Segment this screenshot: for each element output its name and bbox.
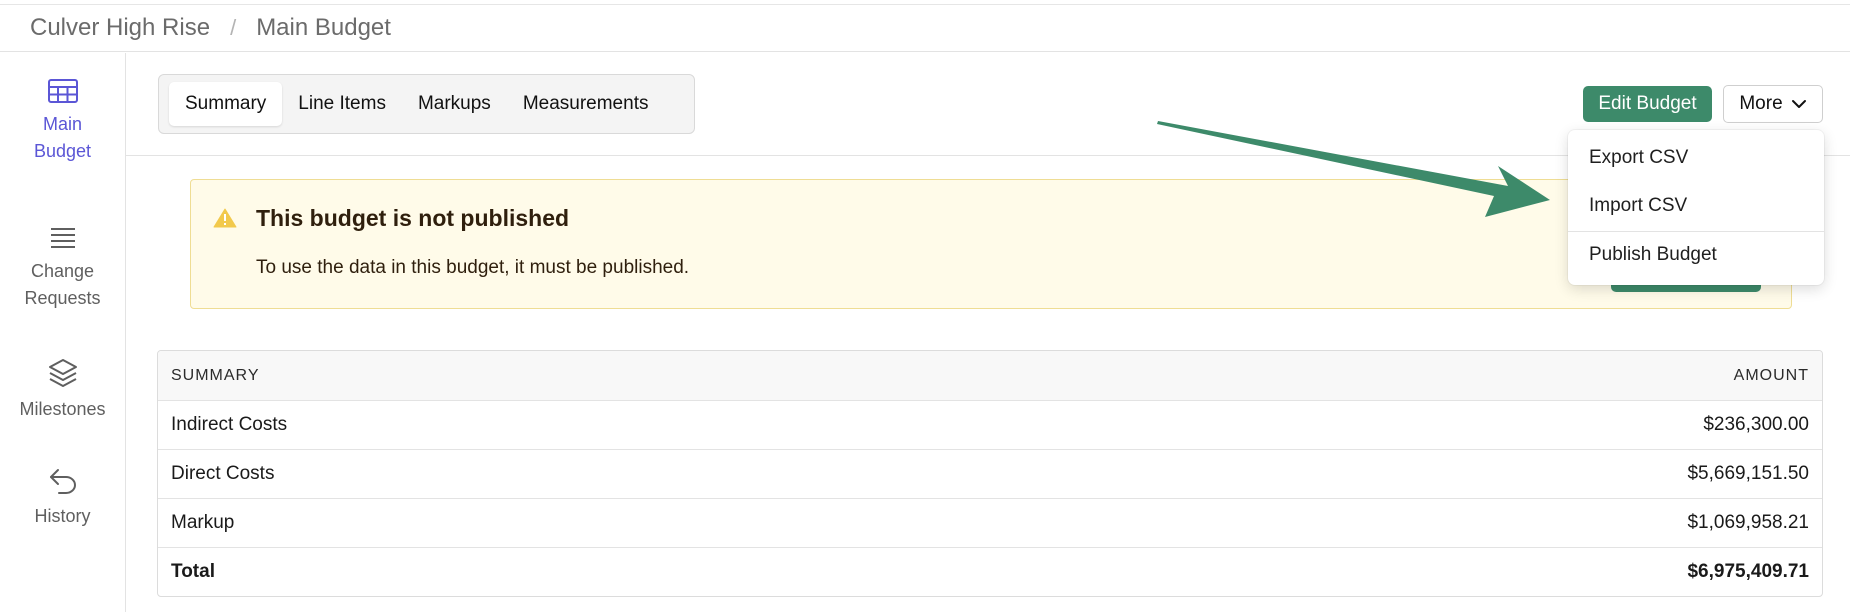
row-label: Indirect Costs	[171, 414, 288, 435]
more-menu: Export CSV Import CSV Publish Budget	[1568, 130, 1824, 285]
tab-line-items[interactable]: Line Items	[282, 82, 402, 126]
table-icon	[47, 79, 78, 103]
table-row: Direct Costs $5,669,151.50	[158, 449, 1822, 498]
tab-markups[interactable]: Markups	[402, 82, 507, 126]
row-label: Total	[171, 561, 215, 582]
more-button-label: More	[1739, 93, 1783, 114]
sidebar-item-change-requests[interactable]: Change Requests	[0, 226, 125, 312]
undo-arrow-icon	[49, 469, 76, 494]
sidebar-item-label: Change Requests	[24, 261, 101, 308]
table-row-total: Total $6,975,409.71	[158, 547, 1822, 596]
column-header-summary: SUMMARY	[171, 366, 260, 384]
column-header-amount: AMOUNT	[1733, 366, 1809, 384]
menu-item-publish-budget[interactable]: Publish Budget	[1568, 244, 1824, 266]
table-row: Indirect Costs $236,300.00	[158, 400, 1822, 449]
row-amount: $1,069,958.21	[1687, 512, 1809, 533]
alert-title: This budget is not published	[256, 205, 570, 231]
menu-item-export-csv[interactable]: Export CSV	[1568, 147, 1824, 169]
menu-item-import-csv[interactable]: Import CSV	[1568, 195, 1824, 217]
table-row: Markup $1,069,958.21	[158, 498, 1822, 547]
sidebar-item-label: Milestones	[19, 399, 106, 419]
sidebar-item-main-budget[interactable]: Main Budget	[0, 79, 125, 165]
layers-icon	[48, 359, 77, 387]
sidebar-item-label: History	[34, 506, 91, 526]
edit-budget-button[interactable]: Edit Budget	[1583, 86, 1712, 122]
sidebar-item-history[interactable]: History	[0, 467, 125, 530]
sidebar-item-label: Main Budget	[33, 114, 92, 161]
row-label: Markup	[171, 512, 235, 533]
tab-summary[interactable]: Summary	[169, 82, 283, 126]
budget-tabs: Summary Line Items Markups Measurements	[158, 74, 695, 134]
row-amount: $5,669,151.50	[1687, 463, 1809, 484]
row-amount: $6,975,409.71	[1687, 561, 1809, 582]
sidebar-item-milestones[interactable]: Milestones	[0, 358, 125, 423]
chevron-down-icon	[1791, 100, 1806, 108]
breadcrumb-page: Main Budget	[256, 14, 391, 41]
sidebar: Main Budget Change Requests Milestones H…	[0, 53, 126, 612]
more-button[interactable]: More	[1723, 85, 1823, 123]
alert-text: To use the data in this budget, it must …	[256, 257, 690, 278]
row-label: Direct Costs	[171, 463, 275, 484]
unpublished-alert: This budget is not published To use the …	[190, 179, 1792, 309]
row-amount: $236,300.00	[1703, 414, 1809, 435]
breadcrumb-project[interactable]: Culver High Rise	[30, 14, 210, 42]
list-icon	[50, 228, 75, 248]
warning-icon	[213, 208, 237, 228]
tab-measurements[interactable]: Measurements	[507, 82, 665, 126]
summary-table: SUMMARY AMOUNT Indirect Costs $236,300.0…	[157, 350, 1823, 597]
breadcrumb-separator: /	[230, 15, 237, 40]
menu-divider	[1568, 231, 1824, 232]
breadcrumb: Culver High Rise / Main Budget	[0, 5, 1850, 52]
table-header: SUMMARY AMOUNT	[158, 351, 1822, 400]
